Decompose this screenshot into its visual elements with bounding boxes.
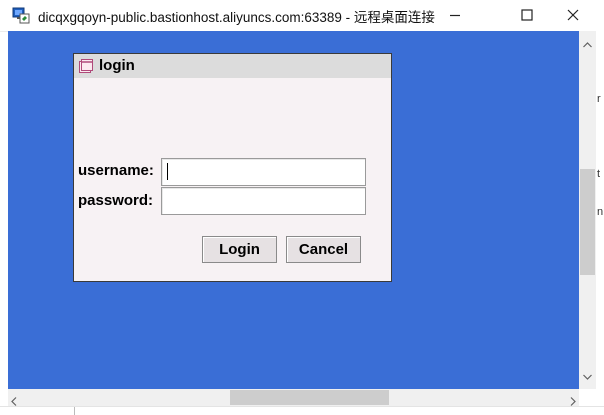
background-text-fragment: n [597,206,604,218]
maximize-button[interactable] [504,0,550,30]
username-label: username: [78,162,154,179]
scroll-down-icon[interactable] [583,367,592,385]
minimize-icon [449,9,461,21]
background-text-fragment: r [597,93,601,105]
password-input[interactable] [161,187,366,215]
vertical-scrollbar[interactable] [579,31,596,389]
horizontal-scroll-thumb[interactable] [230,390,389,405]
window-icon [78,58,94,79]
window-title: dicqxgqoyn-public.bastionhost.aliyuncs.c… [38,10,435,25]
password-label: password: [78,192,154,209]
dialog-title-bar[interactable]: login [74,54,391,78]
maximize-icon [521,9,533,21]
login-dialog: login username: password: Login Cancel [73,53,392,282]
horizontal-scrollbar[interactable] [8,389,579,406]
minimize-button[interactable] [432,0,478,30]
remote-desktop-icon [12,6,30,24]
close-button[interactable] [550,0,596,30]
close-icon [567,9,579,21]
scroll-up-icon[interactable] [583,35,592,53]
text-cursor [167,163,168,180]
cancel-button[interactable]: Cancel [286,236,361,263]
title-bar[interactable]: dicqxgqoyn-public.bastionhost.aliyuncs.c… [0,0,604,32]
background-text-fragment: t [597,168,601,180]
dialog-title: login [99,57,135,74]
vertical-scroll-thumb[interactable] [580,169,595,275]
username-input[interactable] [161,158,366,186]
login-button[interactable]: Login [202,236,277,263]
